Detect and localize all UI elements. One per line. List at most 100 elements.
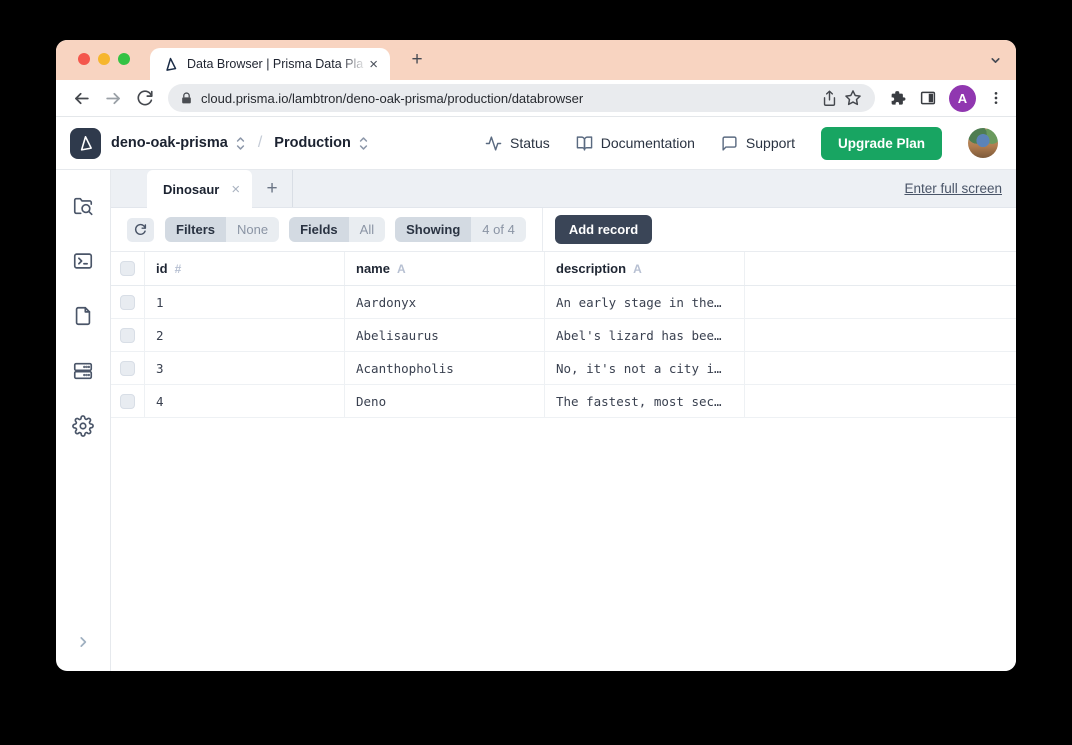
status-label: Status (510, 135, 550, 151)
forward-icon (100, 85, 126, 111)
column-label: id (156, 261, 168, 276)
fields-label: Fields (289, 217, 349, 242)
cell-name[interactable]: Acanthopholis (345, 352, 545, 384)
table-row: 3 Acanthopholis No, it's not a city i… (111, 352, 1016, 385)
fields-value: All (348, 217, 386, 242)
grid-toolbar: Filters None Fields All Showing 4 of 4 A… (111, 208, 1016, 252)
model-tab-bar: Dinosaur × + Enter full screen (111, 170, 1016, 208)
tab-divider (292, 170, 294, 207)
chrome-toolbar: cloud.prisma.io/lambtron/deno-oak-prisma… (56, 80, 1016, 117)
table-header-row: id # name A description A (111, 252, 1016, 286)
side-panel-icon[interactable] (919, 89, 937, 107)
table-row: 1 Aardonyx An early stage in the… (111, 286, 1016, 319)
cell-name[interactable]: Aardonyx (345, 286, 545, 318)
tab-dinosaur[interactable]: Dinosaur × (147, 170, 253, 208)
filters-control[interactable]: Filters None (165, 217, 280, 242)
fields-control[interactable]: Fields All (289, 217, 386, 242)
sidebar-expand-chevron-icon[interactable] (56, 635, 110, 649)
showing-label: Showing (395, 217, 472, 242)
chrome-tab-strip: Data Browser | Prisma Data Pla × + (56, 40, 1016, 80)
row-checkbox-cell (111, 352, 145, 384)
refresh-icon (135, 223, 147, 235)
cell-description[interactable]: The fastest, most sec… (545, 385, 745, 417)
gear-icon (72, 415, 94, 437)
browser-tab-title: Data Browser | Prisma Data Pla (187, 57, 364, 71)
minimize-window-button[interactable] (98, 53, 110, 65)
project-selector[interactable]: deno-oak-prisma (111, 135, 246, 151)
environment-selector[interactable]: Production (274, 135, 369, 151)
add-tab-button[interactable]: + (252, 170, 292, 207)
browser-profile-avatar[interactable]: A (949, 84, 976, 112)
sidebar-item-schema-viewer[interactable] (72, 305, 94, 327)
breadcrumb-separator: / (257, 134, 263, 151)
filters-label: Filters (165, 217, 227, 242)
project-name: deno-oak-prisma (111, 135, 228, 151)
sidebar-item-query-console[interactable] (72, 250, 94, 272)
cell-id[interactable]: 1 (145, 286, 345, 318)
column-header-description[interactable]: description A (545, 252, 745, 285)
chat-bubble-icon (721, 135, 738, 152)
cell-description[interactable]: No, it's not a city i… (545, 352, 745, 384)
row-checkbox[interactable] (120, 327, 135, 343)
sidebar-item-databases[interactable] (72, 360, 94, 382)
tab-close-icon[interactable]: × (367, 57, 380, 72)
cell-id[interactable]: 3 (145, 352, 345, 384)
support-link[interactable]: Support (721, 135, 795, 152)
table-body: 1 Aardonyx An early stage in the… 2 Abel… (111, 286, 1016, 418)
cell-name[interactable]: Abelisaurus (345, 319, 545, 351)
environment-name: Production (274, 135, 351, 151)
column-header-name[interactable]: name A (345, 252, 545, 285)
share-icon[interactable] (817, 86, 841, 110)
app-header: deno-oak-prisma / Production Status Docu… (56, 117, 1016, 170)
row-checkbox[interactable] (120, 393, 135, 409)
browser-tab[interactable]: Data Browser | Prisma Data Pla × (150, 48, 390, 80)
upgrade-plan-button[interactable]: Upgrade Plan (820, 126, 942, 160)
documentation-link[interactable]: Documentation (576, 135, 695, 152)
cell-id[interactable]: 4 (145, 385, 345, 417)
terminal-icon (73, 253, 93, 269)
prisma-favicon (163, 57, 178, 72)
enter-full-screen-link[interactable]: Enter full screen (904, 181, 1002, 196)
lock-icon[interactable] (180, 92, 193, 105)
sidebar-item-data-browser[interactable] (72, 195, 94, 217)
showing-value: 4 of 4 (471, 217, 526, 242)
column-header-id[interactable]: id # (145, 252, 345, 285)
cell-description[interactable]: Abel's lizard has bee… (545, 319, 745, 351)
table-row: 4 Deno The fastest, most sec… (111, 385, 1016, 418)
bookmark-star-icon[interactable] (841, 86, 865, 110)
row-checkbox[interactable] (120, 360, 135, 376)
sidebar-item-settings[interactable] (72, 415, 94, 437)
user-avatar[interactable] (968, 128, 998, 158)
support-label: Support (745, 135, 795, 151)
folder-search-icon (73, 197, 93, 216)
prisma-logo[interactable] (70, 127, 101, 159)
cell-name[interactable]: Deno (345, 385, 545, 417)
cell-id[interactable]: 2 (145, 319, 345, 351)
traffic-lights (78, 53, 130, 65)
url-bar[interactable]: cloud.prisma.io/lambtron/deno-oak-prisma… (168, 84, 875, 112)
document-icon (75, 306, 91, 326)
tab-close-icon[interactable]: × (231, 182, 240, 197)
extensions-puzzle-icon[interactable] (889, 89, 907, 107)
chrome-actions: A (889, 84, 1004, 112)
select-all-checkbox[interactable] (120, 261, 135, 276)
zoom-window-button[interactable] (118, 53, 130, 65)
tab-search-chevron-icon[interactable] (989, 54, 1002, 67)
status-link[interactable]: Status (485, 135, 550, 152)
close-window-button[interactable] (78, 53, 90, 65)
header-checkbox-cell (111, 252, 145, 285)
add-record-button[interactable]: Add record (554, 215, 653, 244)
back-icon[interactable] (68, 85, 94, 111)
reload-icon[interactable] (132, 85, 158, 111)
row-checkbox-cell (111, 385, 145, 417)
row-checkbox[interactable] (120, 294, 135, 310)
new-tab-button[interactable]: + (404, 50, 430, 71)
data-grid: id # name A description A 1 Aardonyx An … (111, 252, 1016, 671)
cell-description[interactable]: An early stage in the… (545, 286, 745, 318)
more-menu-icon[interactable] (988, 90, 1004, 106)
filters-value: None (226, 217, 280, 242)
row-checkbox-cell (111, 319, 145, 351)
showing-control[interactable]: Showing 4 of 4 (395, 217, 526, 242)
table-row: 2 Abelisaurus Abel's lizard has bee… (111, 319, 1016, 352)
refresh-button[interactable] (127, 217, 154, 242)
